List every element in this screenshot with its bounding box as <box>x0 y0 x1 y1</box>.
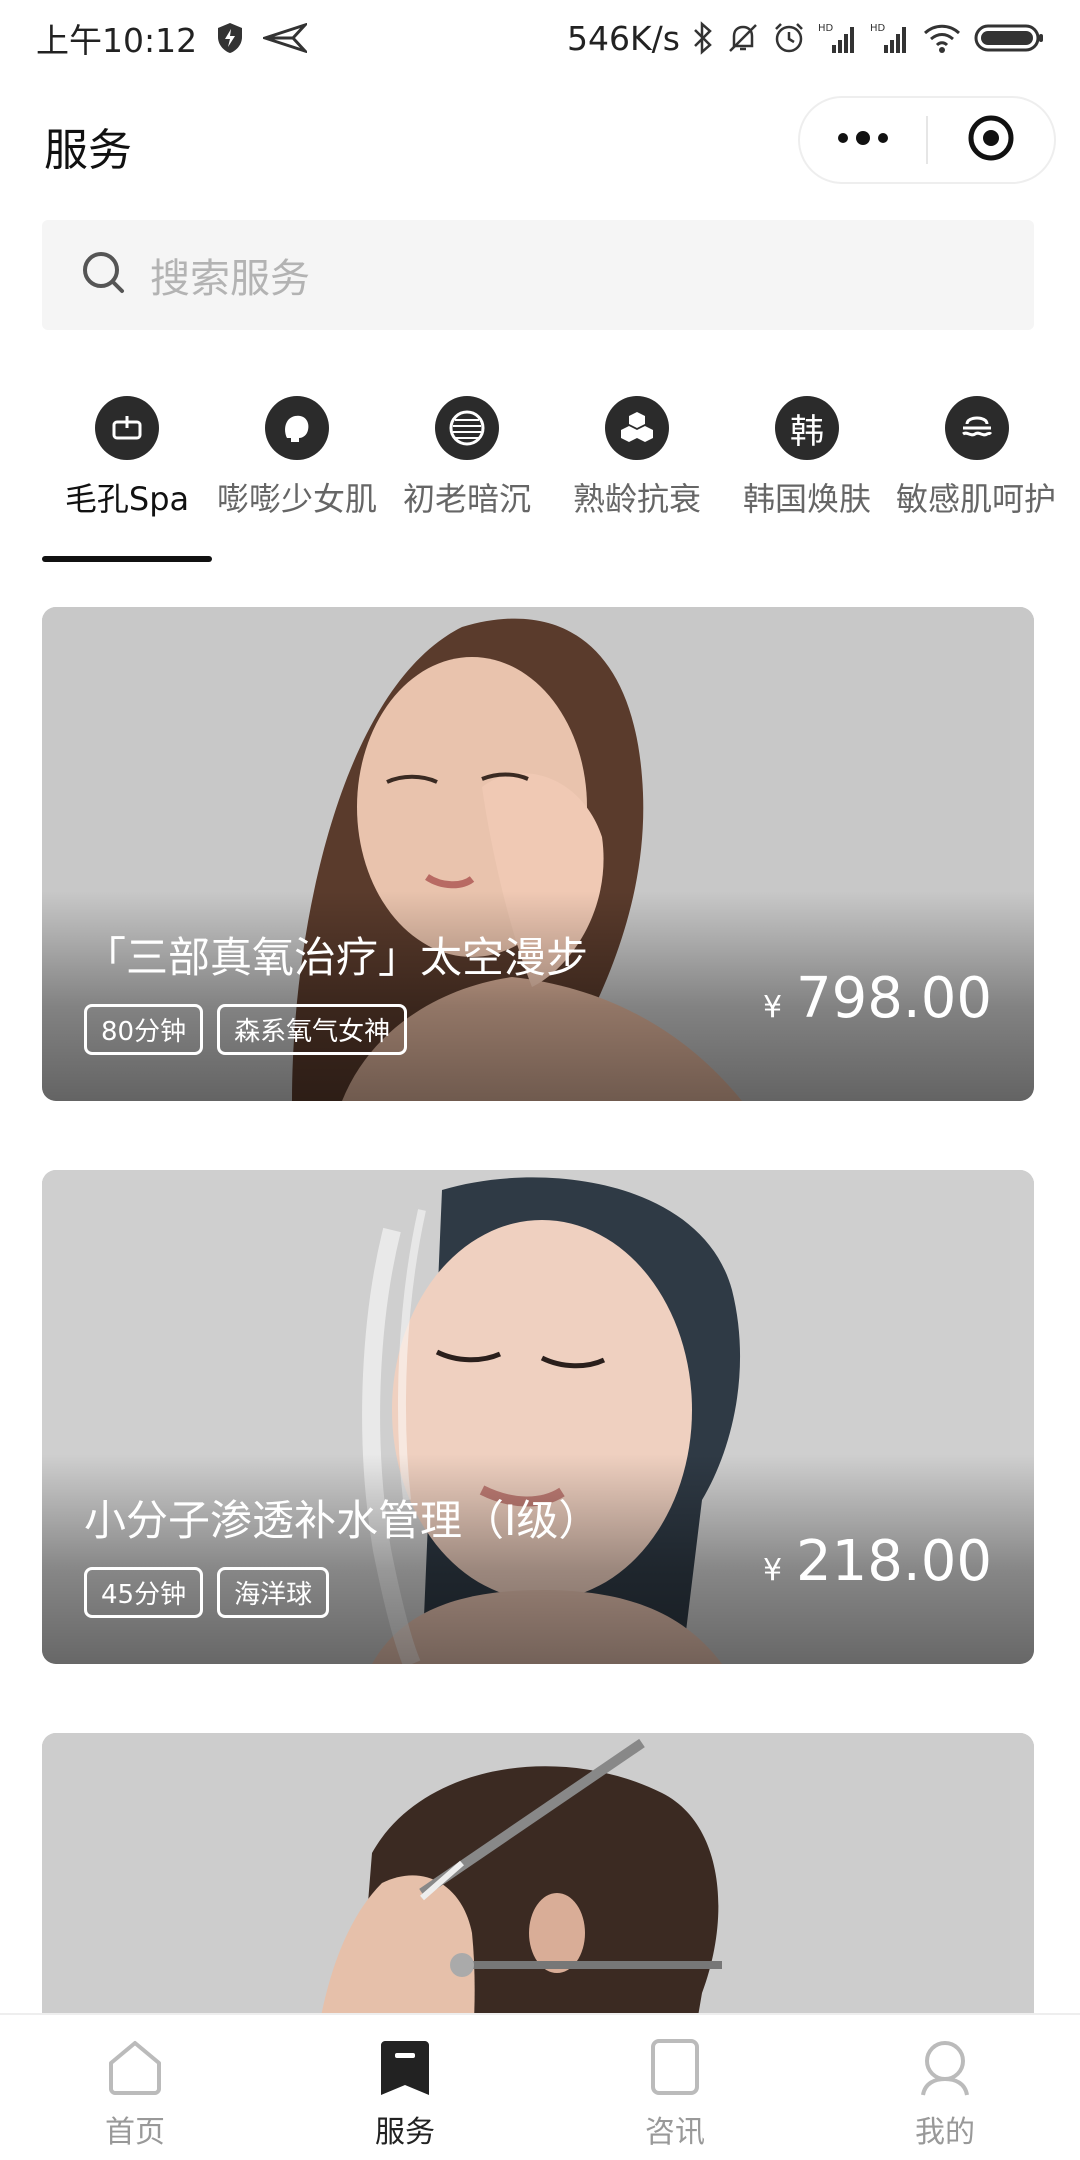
tab-pore-spa[interactable]: 毛孔Spa <box>42 384 212 520</box>
search-bar[interactable]: 搜索服务 <box>42 220 1034 330</box>
tab-label: 韩国焕肤 <box>742 480 871 518</box>
tab-mature-anti-aging[interactable]: 熟龄抗衰 <box>552 384 722 520</box>
send-arrow-icon <box>263 23 308 53</box>
tab-label: 敏感肌呵护 <box>896 480 1057 518</box>
active-tab-indicator <box>42 556 212 562</box>
category-tabs: 毛孔Spa 嘭嘭少女肌 初老暗沉 熟龄抗衰 韩 韩国焕肤 敏感肌呵护 <box>0 384 1080 564</box>
nav-profile[interactable]: 我的 <box>810 2015 1080 2160</box>
service-price: ¥ 218.00 <box>763 1529 992 1594</box>
wifi-icon <box>922 22 962 54</box>
service-tags: 80分钟 森系氧气女神 <box>84 1004 408 1055</box>
nav-home[interactable]: 首页 <box>0 2015 270 2160</box>
service-title: 「三部真氧治疗」太空漫步 <box>84 933 589 982</box>
mini-program-capsule <box>798 96 1056 184</box>
price-value: 798.00 <box>796 966 992 1031</box>
more-button[interactable] <box>800 98 926 182</box>
tab-label: 熟龄抗衰 <box>572 480 701 518</box>
korea-char-icon: 韩 <box>775 396 839 460</box>
bluetooth-icon <box>692 21 714 55</box>
alarm-icon <box>772 21 806 55</box>
calm-waves-icon <box>945 396 1009 460</box>
more-dots-icon <box>835 128 891 152</box>
pore-icon <box>95 396 159 460</box>
search-placeholder: 搜索服务 <box>150 256 310 302</box>
tab-early-aging-dullness[interactable]: 初老暗沉 <box>382 384 552 520</box>
bell-off-icon <box>726 21 760 55</box>
service-card[interactable]: 「三部真氧治疗」太空漫步 80分钟 森系氧气女神 ¥ 798.00 <box>42 607 1034 1101</box>
feature-tag: 海洋球 <box>217 1567 330 1618</box>
signal-hd-icon: HD <box>870 21 910 55</box>
home-icon <box>103 2035 167 2099</box>
tab-girl-skin[interactable]: 嘭嘭少女肌 <box>212 384 382 520</box>
currency-symbol: ¥ <box>762 1553 783 1588</box>
network-speed: 546K/s <box>567 18 680 58</box>
navigation-header: 服务 <box>0 96 1080 186</box>
striped-circle-icon <box>435 396 499 460</box>
user-icon <box>913 2035 977 2099</box>
service-tags: 45分钟 海洋球 <box>84 1567 330 1618</box>
document-icon <box>643 2035 707 2099</box>
nav-services[interactable]: 服务 <box>270 2015 540 2160</box>
nav-label: 咨讯 <box>645 2115 705 2150</box>
close-button[interactable] <box>928 98 1054 182</box>
battery-icon <box>974 21 1044 55</box>
status-time: 上午10:12 <box>36 21 198 60</box>
svg-text:HD: HD <box>818 23 834 34</box>
tab-label: 毛孔Spa <box>64 480 190 518</box>
bottom-tab-bar: 首页 服务 咨讯 我的 <box>0 2013 1080 2160</box>
service-title: 小分子渗透补水管理（I级） <box>84 1496 601 1545</box>
service-card[interactable]: 小分子渗透补水管理（I级） 45分钟 海洋球 ¥ 218.00 <box>42 1170 1034 1664</box>
signal-hd-icon: HD <box>818 21 858 55</box>
tab-label: 初老暗沉 <box>402 480 531 518</box>
target-circle-icon <box>966 113 1016 167</box>
nav-label: 首页 <box>105 2115 165 2150</box>
nav-news[interactable]: 咨讯 <box>540 2015 810 2160</box>
nav-label: 我的 <box>915 2115 975 2150</box>
feature-tag: 森系氧气女神 <box>217 1004 408 1055</box>
hexagon-cells-icon <box>605 396 669 460</box>
tab-label: 嘭嘭少女肌 <box>216 480 377 518</box>
tab-korean-peel[interactable]: 韩 韩国焕肤 <box>722 384 892 520</box>
svg-text:HD: HD <box>870 23 886 34</box>
status-bar: 上午10:12 546K/s HD HD <box>0 0 1080 76</box>
currency-symbol: ¥ <box>762 990 783 1025</box>
duration-tag: 80分钟 <box>84 1004 204 1055</box>
page-title: 服务 <box>44 125 132 176</box>
nav-label: 服务 <box>375 2115 435 2150</box>
tab-sensitive-skin[interactable]: 敏感肌呵护 <box>892 384 1062 520</box>
duration-tag: 45分钟 <box>84 1567 204 1618</box>
price-value: 218.00 <box>796 1529 992 1594</box>
bookmark-icon <box>373 2035 437 2099</box>
service-price: ¥ 798.00 <box>763 966 992 1031</box>
shield-bolt-icon <box>215 21 245 55</box>
face-head-icon <box>265 396 329 460</box>
search-icon <box>80 249 128 301</box>
